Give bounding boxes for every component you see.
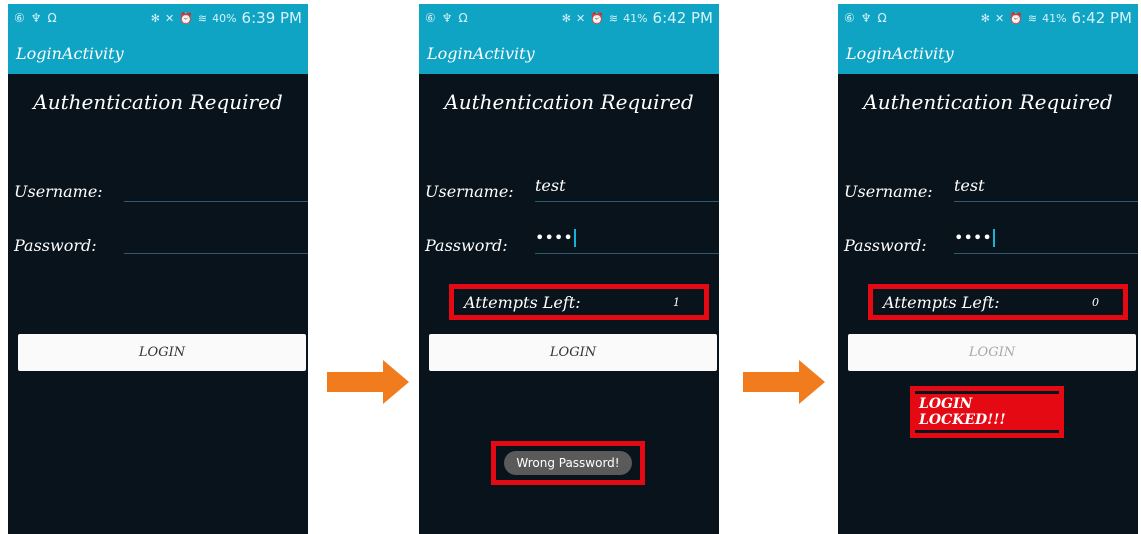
password-label: Password: [844, 236, 927, 255]
app-title: LoginActivity [419, 32, 719, 74]
status-time: 6:39 PM [241, 9, 302, 27]
text-cursor [573, 229, 576, 247]
username-field[interactable] [124, 172, 308, 202]
username-field[interactable]: test [535, 172, 719, 202]
status-time: 6:42 PM [652, 9, 713, 27]
locked-highlight: LOGIN LOCKED!!! [910, 386, 1064, 438]
toast-message: Wrong Password! [504, 451, 632, 475]
login-locked-message: LOGIN LOCKED!!! [915, 394, 1059, 430]
password-value: •••• [954, 227, 992, 247]
username-label: Username: [425, 182, 514, 201]
username-field[interactable]: test [954, 172, 1138, 202]
username-label: Username: [844, 182, 933, 201]
app-title: LoginActivity [8, 32, 308, 74]
heading: Authentication Required [863, 90, 1113, 114]
password-value: •••• [535, 227, 573, 247]
toast-highlight: Wrong Password! [491, 441, 645, 485]
login-button[interactable]: LOGIN [429, 334, 717, 371]
attempts-highlight: Attempts Left: 0 [868, 284, 1128, 320]
attempts-label: Attempts Left: [464, 292, 581, 312]
app-title: LoginActivity [838, 32, 1138, 74]
phone-screen-1: ⑥ ♆ Ω ✻ ✕ ⏰ ≋ 40% 6:39 PM LoginActivity Authe… [8, 4, 308, 534]
arrow-right-icon [327, 360, 409, 404]
status-icons-left: ⑥ ♆ Ω [844, 11, 887, 25]
status-icons-right: ✻ ✕ ⏰ ≋ 40% 6:39 PM [150, 9, 302, 27]
status-icons-right: ✻ ✕ ⏰ ≋ 41% 6:42 PM [980, 9, 1132, 27]
phone-screen-3: ⑥ ♆ Ω ✻ ✕ ⏰ ≋ 41% 6:42 PM LoginActivity Authe… [838, 4, 1138, 534]
password-label: Password: [14, 236, 97, 255]
battery-text: 40% [212, 11, 237, 25]
username-value: test [535, 176, 566, 195]
attempts-value: 1 [673, 295, 680, 309]
status-bar: ⑥ ♆ Ω ✻ ✕ ⏰ ≋ 41% 6:42 PM [838, 4, 1138, 32]
status-bar: ⑥ ♆ Ω ✻ ✕ ⏰ ≋ 41% 6:42 PM [419, 4, 719, 32]
heading: Authentication Required [444, 90, 694, 114]
password-label: Password: [425, 236, 508, 255]
arrow-right-icon [743, 360, 825, 404]
status-icons-left: ⑥ ♆ Ω [425, 11, 468, 25]
password-field[interactable] [124, 224, 308, 254]
password-field[interactable]: •••• [535, 224, 719, 254]
text-cursor [992, 229, 995, 247]
login-button[interactable]: LOGIN [18, 334, 306, 371]
phone-screen-2: ⑥ ♆ Ω ✻ ✕ ⏰ ≋ 41% 6:42 PM LoginActivity Authe… [419, 4, 719, 534]
attempts-label: Attempts Left: [883, 292, 1000, 312]
battery-text: 41% [1042, 11, 1067, 25]
status-icons-right: ✻ ✕ ⏰ ≋ 41% 6:42 PM [561, 9, 713, 27]
password-field[interactable]: •••• [954, 224, 1138, 254]
attempts-value: 0 [1092, 295, 1099, 309]
status-time: 6:42 PM [1071, 9, 1132, 27]
login-button-disabled: LOGIN [848, 334, 1136, 371]
status-icons-left: ⑥ ♆ Ω [14, 11, 57, 25]
attempts-highlight: Attempts Left: 1 [449, 284, 709, 320]
username-value: test [954, 176, 985, 195]
battery-text: 41% [623, 11, 648, 25]
status-bar: ⑥ ♆ Ω ✻ ✕ ⏰ ≋ 40% 6:39 PM [8, 4, 308, 32]
username-label: Username: [14, 182, 103, 201]
heading: Authentication Required [33, 90, 283, 114]
